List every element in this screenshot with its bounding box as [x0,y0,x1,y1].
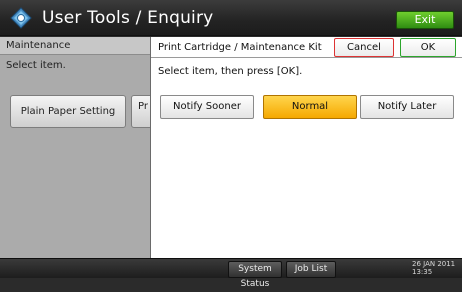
normal-option[interactable]: Normal [263,95,357,119]
notify-sooner-option[interactable]: Notify Sooner [160,95,254,119]
notify-later-option[interactable]: Notify Later [360,95,454,119]
status-bar: System Status Job List 26 JAN 2011 13:35 [0,258,462,289]
job-list-button[interactable]: Job List [286,261,336,278]
page-title: User Tools / Enquiry [42,8,214,28]
date-time-readout: 26 JAN 2011 13:35 [412,260,460,276]
time-label: 13:35 [412,268,433,276]
cancel-button[interactable]: Cancel [334,38,394,57]
background-panel: Maintenance Select item. Plain Paper Set… [0,37,161,258]
date-label: 26 JAN 2011 [412,260,456,268]
gear-diamond-icon [10,7,32,29]
dialog-title: Print Cartridge / Maintenance Kit [158,42,322,53]
system-status-button[interactable]: System Status [228,261,282,289]
instruction-text: Select item, then press [OK]. [158,66,303,77]
ok-button[interactable]: OK [400,38,456,57]
maintenance-kit-dialog: Print Cartridge / Maintenance Kit Cancel… [150,37,462,258]
section-label: Maintenance [0,37,156,55]
title-bar: User Tools / Enquiry Exit [0,0,462,36]
select-prompt: Select item. [6,60,66,71]
dialog-header: Print Cartridge / Maintenance Kit Cancel… [151,37,462,58]
plain-paper-setting-button[interactable]: Plain Paper Setting [10,95,126,128]
exit-button[interactable]: Exit [396,11,454,29]
